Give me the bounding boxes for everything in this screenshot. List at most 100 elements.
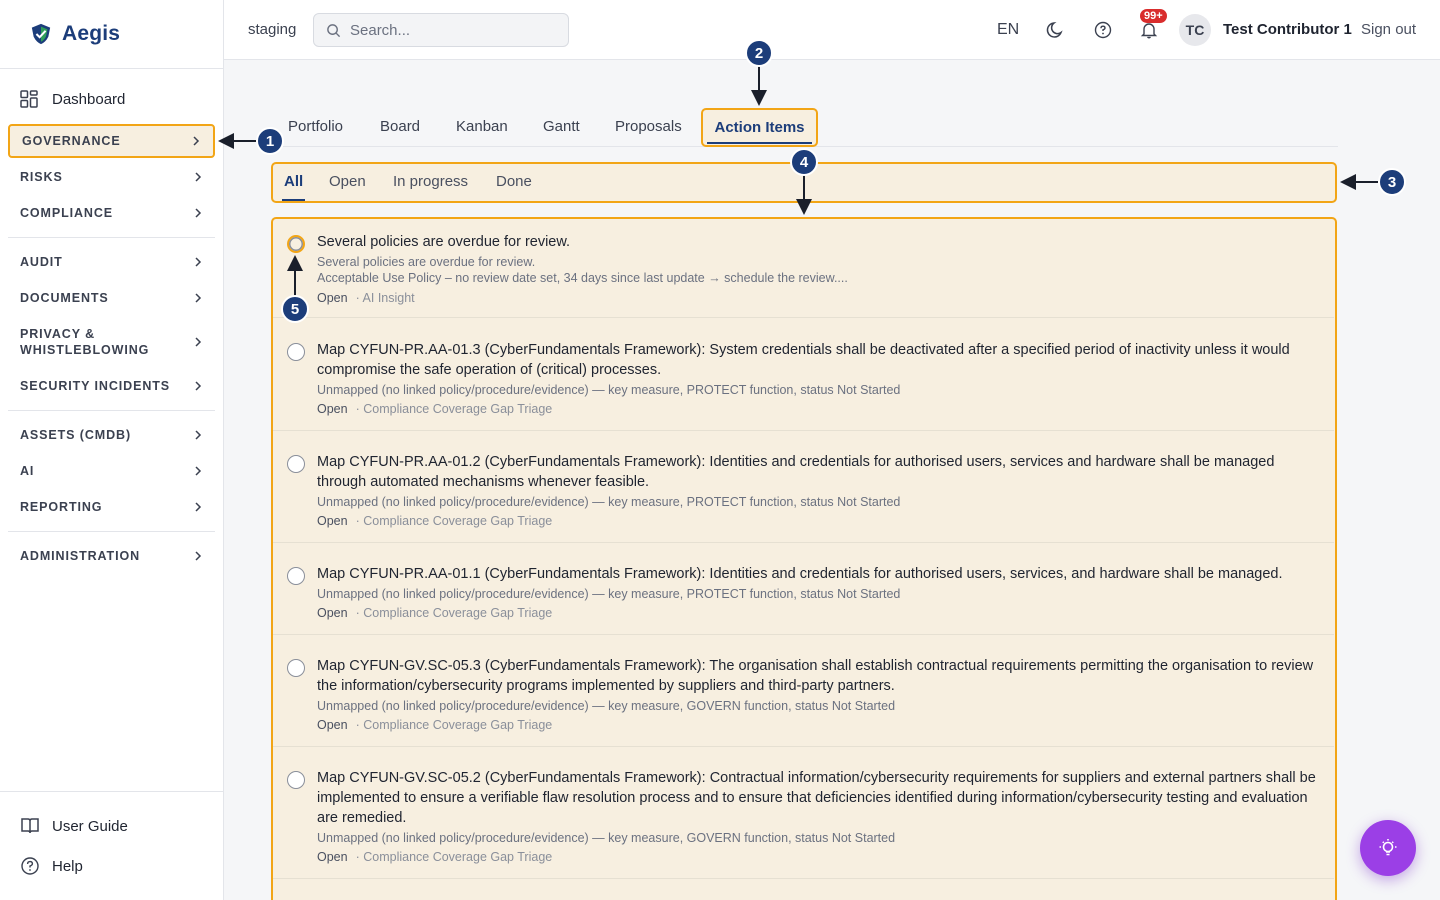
sign-out-button[interactable]: Sign out — [1361, 21, 1416, 38]
callout-3: 3 — [1378, 168, 1406, 196]
chevron-right-icon — [195, 381, 202, 391]
item-title: Map CYFUN-GV.SC-05.2 (CyberFundamentals … — [317, 770, 1316, 826]
item-description: Unmapped (no linked policy/procedure/evi… — [317, 495, 901, 509]
chevron-right-icon — [195, 208, 202, 218]
tab-portfolio[interactable]: Portfolio — [288, 118, 343, 135]
bell-icon[interactable] — [1139, 20, 1159, 40]
item-description: Several policies are overdue for review. — [317, 255, 536, 269]
sidebar-group-compliance[interactable]: COMPLIANCE — [8, 200, 215, 226]
sidebar-group-reporting[interactable]: REPORTING — [8, 494, 215, 520]
callout-2: 2 — [745, 39, 773, 67]
status-label: Open — [317, 402, 348, 416]
list-item[interactable]: Map CYFUN-GV.SC-05.2 (CyberFundamentals … — [273, 755, 1334, 879]
item-meta: Open · Compliance Coverage Gap Triage — [317, 606, 552, 620]
item-meta: Open · Compliance Coverage Gap Triage — [317, 402, 552, 416]
search-icon — [327, 23, 341, 37]
sidebar-group-administration[interactable]: ADMINISTRATION — [8, 543, 215, 569]
sidebar-group-documents[interactable]: DOCUMENTS — [8, 285, 215, 311]
complete-checkbox[interactable] — [287, 567, 305, 585]
item-meta: Open · Compliance Coverage Gap Triage — [317, 514, 552, 528]
search-box[interactable] — [313, 13, 569, 47]
sidebar-group-label: GOVERNANCE — [22, 134, 121, 148]
list-item[interactable]: Map CYFUN-GV.SC-05.3 (CyberFundamentals … — [273, 643, 1334, 747]
item-meta: Open · Compliance Coverage Gap Triage — [317, 718, 552, 732]
sidebar-group-assets[interactable]: ASSETS (CMDB) — [8, 422, 215, 448]
chevron-right-icon — [195, 502, 202, 512]
chevron-right-icon — [195, 466, 202, 476]
chevron-right-icon — [195, 172, 202, 182]
tab-kanban[interactable]: Kanban — [456, 118, 508, 135]
help-icon[interactable] — [1093, 20, 1113, 40]
item-meta: Open · AI Insight — [317, 291, 415, 305]
item-meta: Open · Compliance Coverage Gap Triage — [317, 850, 552, 864]
tab-gantt[interactable]: Gantt — [543, 118, 580, 135]
list-item[interactable]: Map CYFUN-PR.AA-01.1 (CyberFundamentals … — [273, 551, 1334, 635]
filter-open[interactable]: Open — [329, 173, 366, 190]
ai-assistant-button[interactable] — [1360, 820, 1416, 876]
dashboard-grid-icon — [20, 90, 38, 108]
sidebar-group-label: RISKS — [20, 170, 63, 184]
source-label: · Compliance Coverage Gap Triage — [355, 718, 553, 732]
tab-action-items[interactable]: Action Items — [701, 108, 818, 147]
complete-checkbox[interactable] — [287, 455, 305, 473]
status-label: Open — [317, 850, 348, 864]
sidebar-divider — [8, 531, 215, 532]
sidebar-group-audit[interactable]: AUDIT — [8, 249, 215, 275]
notification-badge: 99+ — [1140, 9, 1167, 23]
item-description: Unmapped (no linked policy/procedure/evi… — [317, 587, 901, 601]
action-items-list: Several policies are overdue for review.… — [271, 217, 1337, 900]
filter-done[interactable]: Done — [496, 173, 532, 190]
source-label: · AI Insight — [355, 291, 415, 305]
sidebar: Aegis Dashboard GOVERNANCE RISKS COMPLIA… — [0, 0, 224, 900]
complete-checkbox[interactable] — [287, 659, 305, 677]
help-link[interactable]: Help — [20, 856, 83, 876]
item-description: Unmapped (no linked policy/procedure/evi… — [317, 383, 901, 397]
item-description-detail: Acceptable Use Policy – no review date s… — [317, 271, 848, 285]
sidebar-footer — [0, 791, 223, 792]
sidebar-group-risks[interactable]: RISKS — [8, 164, 215, 190]
callout-4: 4 — [790, 148, 818, 176]
item-description: Unmapped (no linked policy/procedure/evi… — [317, 699, 896, 713]
complete-checkbox[interactable] — [287, 343, 305, 361]
app-logo[interactable]: Aegis — [0, 0, 223, 69]
source-label: · Compliance Coverage Gap Triage — [355, 606, 553, 620]
sidebar-group-security-incidents[interactable]: SECURITY INCIDENTS — [8, 373, 215, 399]
source-label: · Compliance Coverage Gap Triage — [355, 514, 553, 528]
view-tabs: Portfolio Board Kanban Gantt Proposals A… — [270, 108, 1338, 147]
sidebar-group-label: ASSETS (CMDB) — [20, 428, 132, 442]
sidebar-group-label: COMPLIANCE — [20, 206, 114, 220]
filter-in-progress[interactable]: In progress — [393, 173, 468, 190]
help-label: Help — [52, 857, 83, 875]
item-title: Map CYFUN-GV.SC-05.3 (CyberFundamentals … — [317, 658, 1314, 694]
language-switcher[interactable]: EN — [997, 21, 1019, 39]
status-label: Open — [317, 718, 348, 732]
user-guide-link[interactable]: User Guide — [20, 816, 128, 836]
sidebar-item-dashboard[interactable]: Dashboard — [20, 90, 125, 108]
sidebar-group-ai[interactable]: AI — [8, 458, 215, 484]
lightbulb-icon — [1379, 839, 1397, 856]
sidebar-group-label-line2: WHISTLEBLOWING — [20, 343, 150, 357]
user-guide-label: User Guide — [52, 817, 128, 835]
filter-all[interactable]: All — [281, 173, 306, 201]
user-name[interactable]: Test Contributor 1 — [1223, 21, 1352, 38]
tab-proposals[interactable]: Proposals — [615, 118, 682, 135]
tab-board[interactable]: Board — [380, 118, 420, 135]
help-circle-icon — [21, 857, 39, 875]
sidebar-group-governance[interactable]: GOVERNANCE — [8, 124, 215, 158]
complete-checkbox[interactable] — [287, 771, 305, 789]
sidebar-group-privacy-whistleblowing[interactable]: PRIVACY & WHISTLEBLOWING — [8, 322, 215, 362]
sidebar-group-label: PRIVACY & WHISTLEBLOWING — [20, 326, 149, 358]
sidebar-divider — [8, 237, 215, 238]
list-item[interactable]: Map CYFUN-PR.AA-01.2 (CyberFundamentals … — [273, 439, 1334, 543]
item-title: Map CYFUN-PR.AA-01.1 (CyberFundamentals … — [317, 566, 1283, 582]
avatar[interactable]: TC — [1179, 14, 1211, 46]
callout-1: 1 — [256, 127, 284, 155]
search-input[interactable] — [350, 21, 550, 39]
chevron-right-icon — [195, 430, 202, 440]
dark-mode-moon-icon[interactable] — [1046, 20, 1066, 40]
list-item[interactable]: Map CYFUN-PR.AA-01.3 (CyberFundamentals … — [273, 327, 1334, 431]
complete-checkbox[interactable] — [287, 235, 305, 253]
sidebar-group-label: SECURITY INCIDENTS — [20, 379, 171, 393]
sidebar-group-label-line1: PRIVACY & — [20, 327, 96, 341]
list-item[interactable]: Several policies are overdue for review.… — [273, 219, 1334, 318]
